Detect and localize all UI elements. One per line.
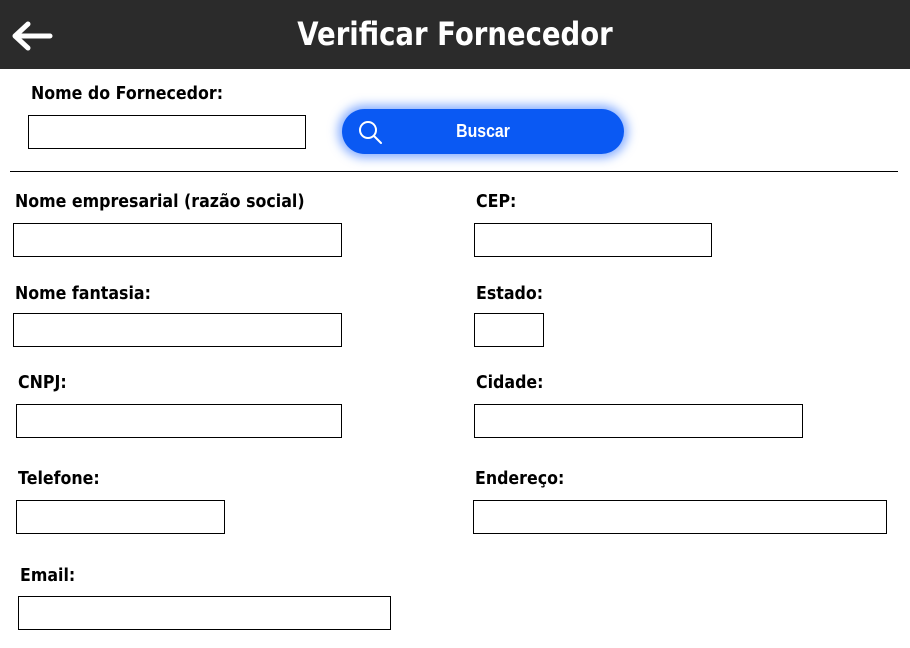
telefone-input[interactable] [16,500,225,534]
estado-input[interactable] [474,313,544,347]
supplier-name-label: Nome do Fornecedor: [31,83,224,104]
back-button[interactable] [8,18,54,54]
endereco-label: Endereço: [475,468,565,489]
email-label: Email: [20,565,76,586]
app-header: Verificar Fornecedor [0,0,910,69]
divider [10,171,898,172]
cep-input[interactable] [474,223,712,257]
cidade-label: Cidade: [476,372,544,393]
nome-fantasia-label: Nome fantasia: [15,283,151,304]
cep-label: CEP: [476,191,517,212]
cnpj-input[interactable] [16,404,342,438]
endereco-input[interactable] [473,500,887,534]
page-title: Verificar Fornecedor [297,15,613,53]
estado-label: Estado: [476,283,544,304]
telefone-label: Telefone: [18,468,100,489]
nome-fantasia-input[interactable] [13,313,342,347]
search-button-label: Buscar [456,121,510,141]
razao-social-input[interactable] [13,223,342,257]
search-button[interactable]: Buscar [342,109,624,154]
arrow-left-icon [12,21,53,51]
razao-social-label: Nome empresarial (razão social) [15,191,305,212]
supplier-name-input[interactable] [28,115,306,149]
cnpj-label: CNPJ: [18,372,67,393]
email-input[interactable] [18,596,391,630]
cidade-input[interactable] [474,404,803,438]
